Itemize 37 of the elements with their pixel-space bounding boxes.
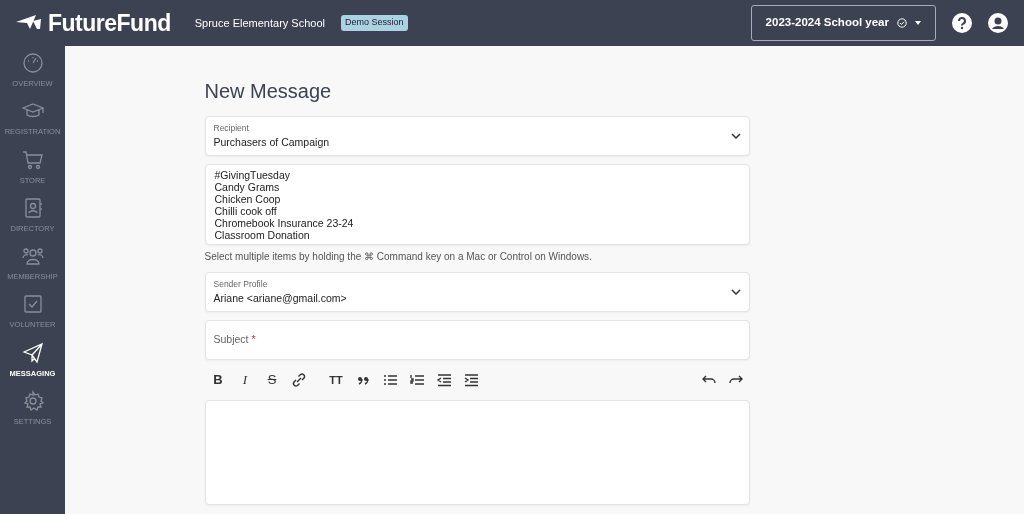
settings-icon [21,389,44,412]
campaign-option[interactable]: Candy Grams [214,181,740,193]
caret-icon [915,21,921,25]
session-badge: Demo Session [341,15,408,31]
messaging-icon [21,341,44,364]
campaign-option[interactable]: #GivingTuesday [214,169,740,181]
school-year-dropdown[interactable]: 2023-2024 School year [750,5,936,41]
chevron-down-icon [730,289,741,295]
strikethrough-button[interactable]: S [258,368,286,392]
bulleted-list-icon[interactable] [382,372,398,388]
help-text: Select multiple items by holding the ⌘ Command key on a Mac or Control on Windows. [204,250,593,264]
italic-button[interactable]: I [231,368,259,392]
indent-icon[interactable] [463,372,479,388]
user-avatar-icon[interactable] [988,13,1008,33]
sender-select[interactable]: Sender Profile Ariane <ariane@gmail.com> [204,272,750,312]
subject-field[interactable]: Subject * [204,320,750,360]
overview-icon [21,52,44,74]
campaign-list[interactable]: #GivingTuesday Candy Grams Chicken Coop Chilli cook off Chromebook Insurance 23-24 Classroom Donation [204,164,750,245]
outdent-icon[interactable] [436,372,452,388]
brand-name[interactable]: FutureFund [48,5,171,41]
school-name: Spruce Elementary School [194,15,325,31]
campaign-option[interactable]: Chromebook Insurance 23-24 [214,217,740,229]
help-icon[interactable] [952,13,972,33]
campaign-option[interactable]: Chilli cook off [214,205,740,217]
link-icon[interactable] [291,372,307,388]
check-circle-icon [897,18,907,28]
recipient-select[interactable]: Recipient Purchasers of Campaign [204,116,750,156]
chevron-down-icon [730,133,741,139]
campaign-option[interactable]: Chicken Coop [214,193,740,205]
text-size-button[interactable]: TT [322,368,350,392]
campaign-option[interactable]: Classroom Donation [214,229,740,241]
page-title: New Message [204,79,333,104]
bold-button[interactable]: B [204,368,232,392]
store-icon [21,148,44,171]
numbered-list-icon[interactable] [409,372,425,388]
volunteer-icon [21,293,44,316]
membership-icon [21,245,44,267]
